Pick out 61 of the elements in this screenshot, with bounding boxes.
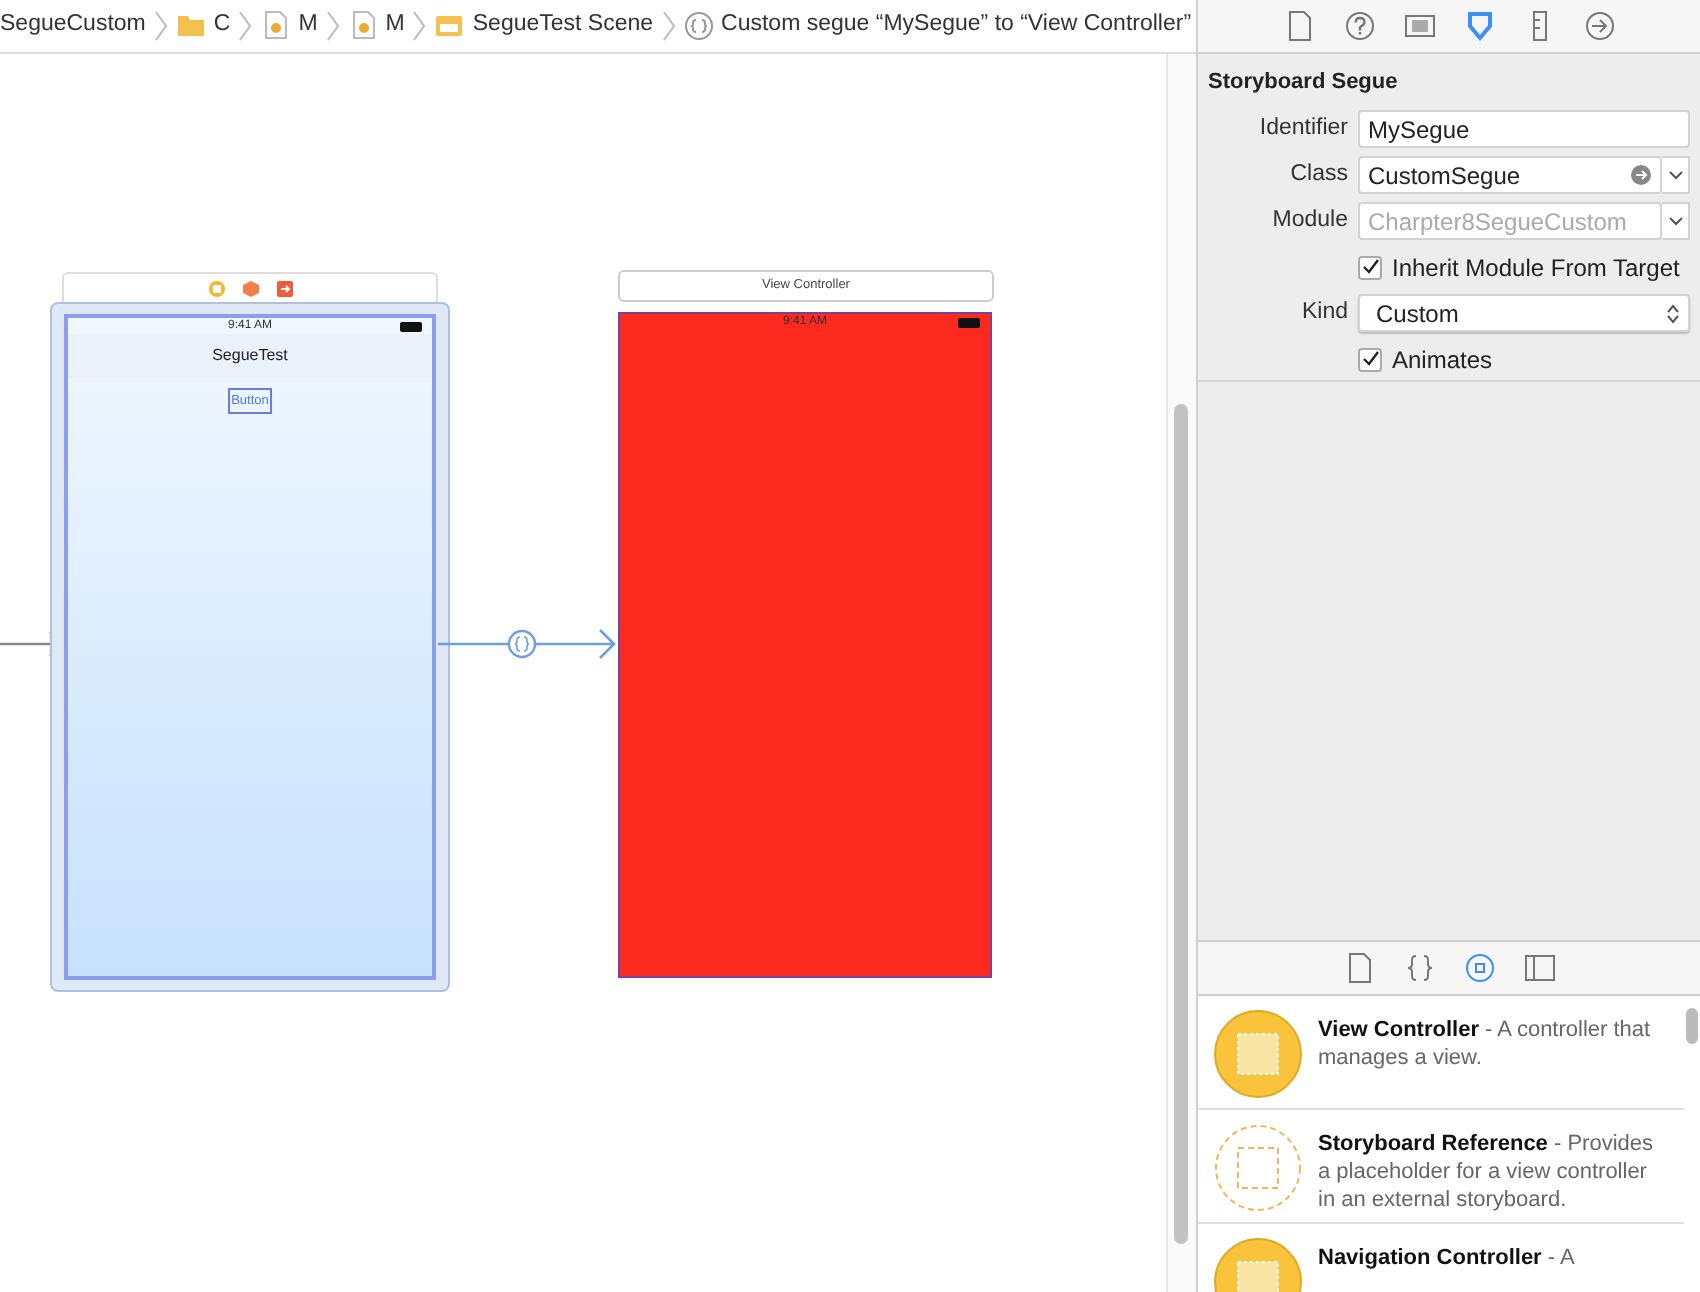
- file-icon[interactable]: [1343, 952, 1375, 984]
- breadcrumb-item[interactable]: M: [385, 8, 405, 44]
- document-icon: [347, 10, 378, 42]
- field-label: Identifier: [1257, 113, 1350, 144]
- document-icon: [260, 10, 291, 42]
- arrow-circle-icon[interactable]: [1630, 164, 1652, 186]
- segue-icon: [683, 10, 714, 42]
- breadcrumb-item[interactable]: SegueTest Scene: [472, 8, 654, 44]
- folder-icon: [175, 10, 206, 42]
- storyboard-reference-icon: [1214, 1124, 1302, 1212]
- item-description: Storyboard Reference - Provides a placeholder for a view controller in an external storyboard.: [1318, 1130, 1656, 1206]
- cube-icon: [241, 279, 259, 297]
- chevron-icon: [325, 10, 340, 42]
- exit-icon: [275, 279, 293, 297]
- file-icon[interactable]: [1283, 10, 1315, 42]
- battery-icon: [958, 318, 982, 328]
- chevron-icon: [412, 10, 427, 42]
- arrow-circle-icon[interactable]: [1583, 10, 1615, 42]
- checkbox-label: Inherit Module From Target: [1392, 251, 1680, 285]
- combo-field[interactable]: CustomSegue: [1358, 156, 1662, 194]
- popup-button[interactable]: Custom: [1358, 294, 1690, 332]
- text-field[interactable]: MySegue: [1358, 110, 1690, 148]
- breadcrumb-item[interactable]: SegueCustom: [0, 8, 146, 44]
- media-icon[interactable]: [1523, 952, 1555, 984]
- dropdown-button[interactable]: [1662, 202, 1690, 240]
- chevron-icon: [153, 10, 168, 42]
- checkbox-label: Animates: [1392, 343, 1493, 377]
- breadcrumb-item[interactable]: Custom segue “MySegue” to “View Controller”: [721, 8, 1192, 44]
- braces-icon[interactable]: [1403, 952, 1435, 984]
- chevron-icon: [661, 10, 676, 42]
- stepper-icon: [1666, 303, 1680, 323]
- section-title: Storyboard Segue: [1206, 68, 1400, 98]
- battery-icon: [400, 322, 424, 332]
- breadcrumb-item[interactable]: M: [298, 8, 318, 44]
- navigation-title: SegueTest: [212, 344, 288, 368]
- chevron-down-icon: [1667, 169, 1683, 181]
- field-label: Class: [1288, 159, 1350, 190]
- object-icon[interactable]: [1463, 952, 1495, 984]
- dropdown-button[interactable]: [1662, 156, 1690, 194]
- breadcrumb-item[interactable]: C: [213, 8, 231, 44]
- checkmark-icon: [1361, 350, 1379, 368]
- item-description: Navigation Controller - A: [1318, 1244, 1575, 1274]
- attributes-icon[interactable]: [1463, 10, 1495, 42]
- field-label: Kind: [1299, 297, 1350, 328]
- scrollbar-thumb[interactable]: [1174, 404, 1188, 1244]
- scrollbar-thumb[interactable]: [1686, 1008, 1698, 1044]
- library-item[interactable]: Navigation Controller - A: [1198, 1224, 1684, 1292]
- checkbox[interactable]: [1358, 255, 1382, 279]
- scene-icon: [434, 10, 465, 42]
- checkbox[interactable]: [1358, 347, 1382, 371]
- item-description: View Controller - A controller that manages a view.: [1318, 1016, 1653, 1074]
- identity-icon[interactable]: [1403, 10, 1435, 42]
- library-item[interactable]: Storyboard Reference - Provides a placeholder for a view controller in an external storyboard.: [1198, 1110, 1684, 1224]
- checkmark-icon: [1361, 258, 1379, 276]
- chevron-down-icon: [1667, 215, 1683, 227]
- library-item[interactable]: View Controller - A controller that manages a view.: [1198, 996, 1684, 1110]
- field-label: Module: [1270, 205, 1350, 236]
- view-controller-icon: [207, 279, 225, 297]
- help-icon[interactable]: [1343, 10, 1375, 42]
- view-controller-icon: [1214, 1010, 1302, 1098]
- chevron-icon: [238, 10, 253, 42]
